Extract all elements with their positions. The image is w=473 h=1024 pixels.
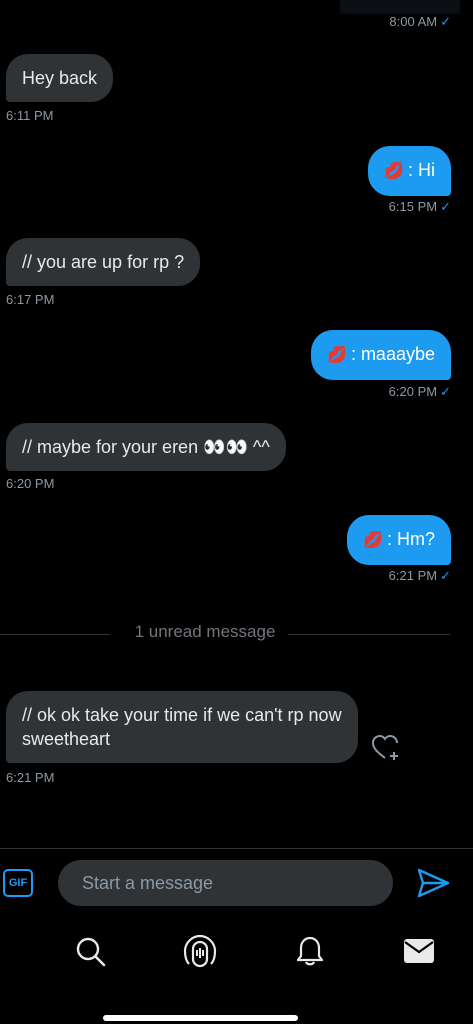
send-icon[interactable]	[415, 866, 451, 900]
message-text: // you are up for rp ?	[22, 252, 185, 272]
message-text: // maybe for your eren 👀👀 ^^	[22, 437, 270, 457]
message-text: Hey back	[22, 68, 98, 88]
kiss-emoji-icon: 💋	[384, 163, 404, 180]
message-time: 6:15 PM ✓	[388, 199, 451, 214]
spaces-icon[interactable]	[183, 934, 217, 968]
message-text: // ok ok take your time if we can't rp n…	[22, 705, 342, 749]
message-time: 6:20 PM ✓	[388, 384, 451, 399]
read-check-icon: ✓	[440, 568, 451, 583]
notifications-icon[interactable]	[293, 934, 327, 968]
read-check-icon: ✓	[440, 14, 451, 29]
message-text: : Hi	[408, 160, 435, 180]
message-time: 8:00 AM ✓	[389, 14, 451, 29]
message-text: : Hm?	[386, 529, 435, 549]
message-bubble-incoming[interactable]: // ok ok take your time if we can't rp n…	[6, 691, 358, 763]
composer-divider	[0, 848, 473, 849]
message-time: 6:20 PM	[6, 476, 55, 491]
home-indicator	[103, 1015, 298, 1021]
message-bubble-outgoing[interactable]: 💋: maaaybe	[311, 330, 451, 380]
message-bubble-incoming[interactable]: // you are up for rp ?	[6, 238, 201, 286]
header-fragment	[340, 0, 460, 14]
message-bubble-incoming[interactable]: // maybe for your eren 👀👀 ^^	[6, 423, 286, 471]
gif-button[interactable]: GIF	[3, 869, 33, 897]
message-time: 6:17 PM	[6, 292, 55, 307]
messages-icon[interactable]	[402, 934, 436, 968]
message-input[interactable]	[58, 860, 393, 906]
read-check-icon: ✓	[440, 199, 451, 214]
message-time: 6:11 PM	[6, 108, 54, 123]
message-time: 6:21 PM ✓	[388, 568, 451, 583]
read-check-icon: ✓	[440, 384, 451, 399]
message-bubble-outgoing[interactable]: 💋: Hm?	[347, 515, 451, 565]
message-bubble-incoming[interactable]: Hey back	[6, 54, 114, 102]
message-bubble-outgoing[interactable]: 💋: Hi	[368, 146, 451, 196]
react-heart-icon[interactable]	[371, 733, 403, 763]
message-text: : maaaybe	[350, 344, 435, 364]
kiss-emoji-icon: 💋	[363, 532, 383, 549]
kiss-emoji-icon: 💋	[327, 347, 347, 364]
search-icon[interactable]	[73, 934, 107, 968]
message-time: 6:21 PM	[6, 770, 55, 785]
unread-divider: 1 unread message	[134, 622, 276, 641]
